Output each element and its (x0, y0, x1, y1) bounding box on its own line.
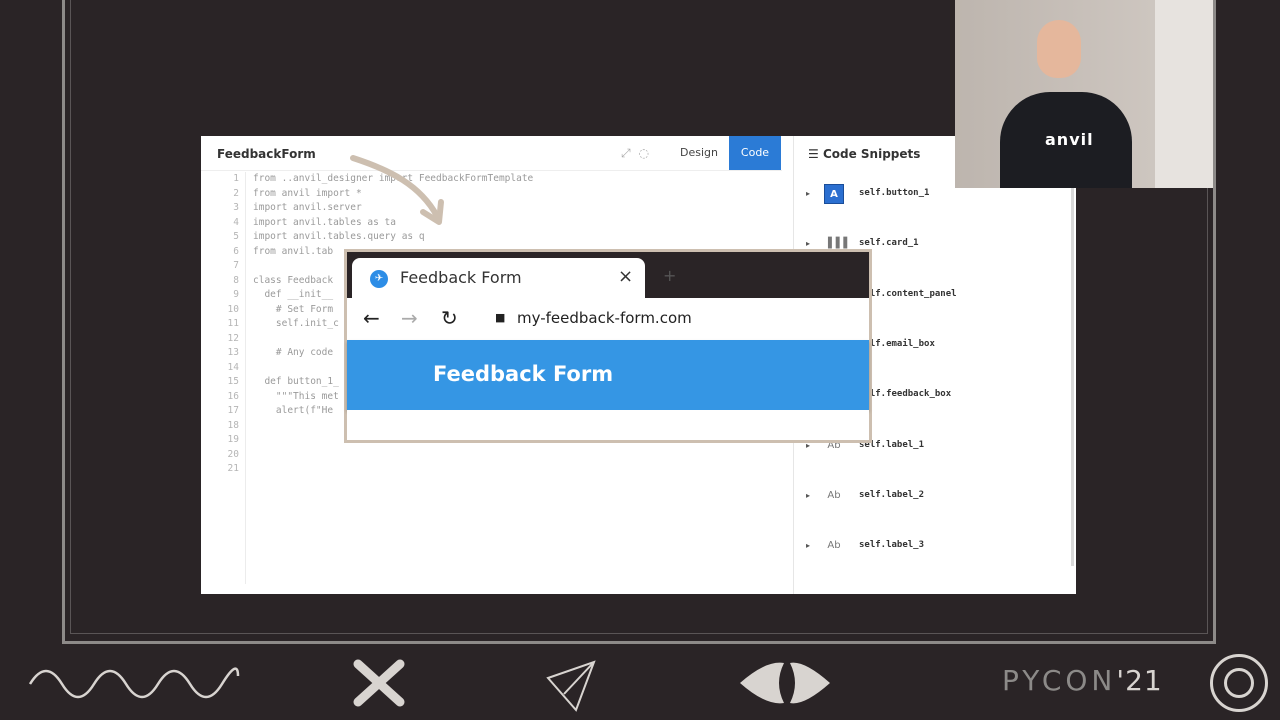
code-text: def __init__ (253, 289, 334, 300)
line-number: 14 (227, 361, 239, 373)
line-number: 15 (227, 376, 239, 387)
snippet-label: self.label_3 (859, 540, 925, 551)
browser-tab[interactable]: ✈ Feedback Form × (352, 258, 645, 298)
code-text: # Any code (253, 347, 334, 358)
code-text: """This met (253, 390, 339, 402)
shirt-logo: anvil (1045, 130, 1094, 149)
code-line: 2 from anvil import * (201, 187, 361, 202)
expand-icon[interactable]: ⤢ (621, 146, 631, 160)
speaker-head (1037, 20, 1081, 78)
pycon-logo: PYCON'21 (1002, 664, 1163, 697)
line-number: 12 (227, 332, 239, 344)
expand-arrow-icon[interactable]: ▸ (806, 541, 810, 550)
code-text: alert(f"He (253, 405, 334, 416)
code-line: 13 # Any code (201, 346, 334, 361)
forward-arrow-icon[interactable]: → (401, 306, 418, 330)
line-number: 5 (233, 231, 239, 242)
snippets-title: ☰ Code Snippets (808, 147, 920, 161)
code-text: self.init_c (253, 318, 339, 329)
code-line: 8 class Feedback (201, 274, 333, 289)
form-title: FeedbackForm (217, 147, 316, 161)
page-body (347, 410, 869, 440)
code-line: 3 import anvil.server (201, 201, 361, 216)
line-number: 1 (233, 173, 239, 184)
line-number: 3 (233, 202, 239, 213)
code-text: from anvil.tab (253, 245, 334, 257)
code-line: 5 import anvil.tables.query as q (201, 230, 425, 245)
line-number: 2 (233, 187, 239, 199)
label-icon: Ab (827, 489, 841, 501)
line-number: 10 (227, 303, 239, 315)
label-icon: Ab (827, 540, 841, 552)
line-number: 20 (227, 448, 239, 460)
expand-arrow-icon[interactable]: ▸ (806, 189, 810, 198)
snippet-label: self.card_1 (859, 238, 919, 249)
tab-strip: ✈ Feedback Form × + (347, 252, 869, 298)
code-text: class Feedback (253, 274, 334, 286)
browser-window: ✈ Feedback Form × + ← → ↻ ■ my-feedback-… (344, 249, 872, 443)
line-number: 4 (233, 216, 239, 228)
anvil-favicon-icon: ✈ (370, 270, 388, 288)
code-text: def button_1_ (253, 376, 339, 387)
code-line: 15 def button_1_ (201, 375, 339, 390)
webcam-door (1155, 0, 1213, 188)
paper-plane-icon (546, 660, 596, 712)
annotation-arrow (350, 155, 444, 225)
line-number: 9 (233, 289, 239, 300)
new-tab-icon[interactable]: + (663, 266, 676, 285)
code-line: 11 self.init_c (201, 317, 339, 332)
list-icon: ☰ (808, 147, 819, 161)
speaker-webcam: anvil (955, 0, 1213, 188)
page-heading: Feedback Form (433, 362, 614, 386)
code-text: # Set Form (253, 303, 334, 315)
line-number: 19 (227, 434, 239, 445)
snippet-label: self.button_1 (859, 188, 930, 198)
line-number: 6 (233, 245, 239, 257)
snippets-title-text: Code Snippets (822, 147, 921, 161)
code-line: 10 # Set Form (201, 303, 334, 318)
snippet-label: self.feedback_box (859, 389, 952, 400)
target-icon (1210, 654, 1268, 712)
snippet-label: self.label_2 (859, 489, 925, 500)
code-line: 6 from anvil.tab (201, 245, 333, 260)
help-icon[interactable]: ◌ (638, 146, 648, 160)
back-arrow-icon[interactable]: ← (363, 306, 380, 330)
button-icon: A (824, 184, 844, 204)
browser-toolbar: ← → ↻ ■ my-feedback-form.com (347, 298, 869, 340)
wave-icon (28, 667, 240, 699)
line-number: 13 (227, 347, 239, 358)
code-tab-button[interactable]: Code (729, 136, 781, 170)
snippets-scrollbar[interactable] (1071, 186, 1074, 566)
expand-arrow-icon[interactable]: ▸ (806, 239, 810, 248)
editor-header: FeedbackForm ⤢ ◌ Design Code (201, 136, 782, 171)
page-header: Feedback Form (347, 340, 869, 410)
pycon-year: '21 (1116, 664, 1163, 697)
address-bar[interactable]: my-feedback-form.com (517, 309, 692, 327)
cross-icon (353, 659, 405, 707)
expand-arrow-icon[interactable]: ▸ (806, 491, 810, 500)
snippet-item[interactable]: ▸ Ab self.label_3 (806, 534, 1056, 560)
line-number: 21 (227, 463, 239, 474)
code-line: 16 """This met (201, 390, 339, 405)
snippet-label: self.content_panel (859, 288, 957, 299)
editor-gutter (245, 172, 251, 584)
line-number: 18 (227, 419, 239, 431)
line-number: 8 (233, 274, 239, 286)
line-number: 17 (227, 405, 239, 416)
code-line: 9 def __init__ (201, 288, 333, 303)
line-number: 11 (227, 318, 239, 329)
code-text: import anvil.tables.query as q (253, 231, 425, 242)
tab-title: Feedback Form (400, 268, 522, 287)
code-line: 17 alert(f"He (201, 404, 334, 419)
snippet-item[interactable]: ▸ Ab self.label_2 (806, 484, 1056, 510)
line-number: 7 (233, 260, 239, 271)
close-tab-icon[interactable]: × (618, 266, 633, 287)
design-tab-button[interactable]: Design (669, 136, 729, 170)
editor-icons: ⤢ ◌ (621, 146, 649, 161)
reload-icon[interactable]: ↻ (441, 306, 458, 330)
eye-icon (740, 662, 830, 704)
lock-icon: ■ (495, 311, 506, 324)
line-number: 16 (227, 390, 239, 402)
pycon-brand: PYCON (1002, 664, 1117, 697)
